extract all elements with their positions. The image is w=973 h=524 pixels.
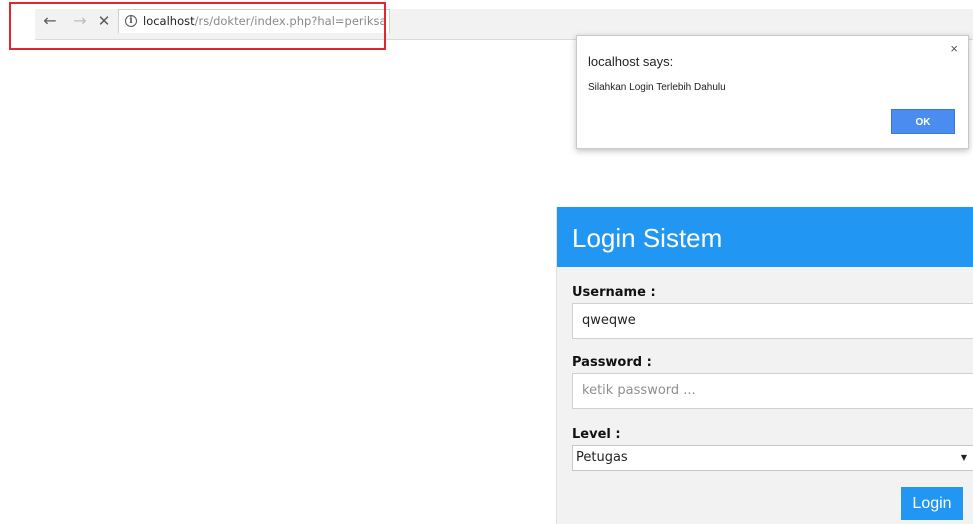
caret-down-icon: ▼: [960, 453, 967, 462]
arrow-left-icon[interactable]: ←: [40, 11, 60, 31]
login-title: Login Sistem: [572, 223, 723, 253]
arrow-right-icon[interactable]: →: [70, 11, 90, 31]
url-text[interactable]: localhost/rs/dokter/index.php?hal=periks…: [143, 13, 387, 29]
username-input[interactable]: qweqwe: [572, 303, 973, 339]
url-path: /rs/dokter/index.php?hal=periksa: [194, 14, 387, 28]
level-label: Level :: [572, 427, 621, 442]
ok-button[interactable]: OK: [891, 109, 955, 134]
username-label: Username :: [572, 285, 656, 300]
alert-title: localhost says:: [588, 54, 674, 69]
alert-dialog: localhost says: × Silahkan Login Terlebi…: [576, 35, 969, 149]
password-label: Password :: [572, 355, 652, 370]
page: ← → ✕ i localhost/rs/dokter/index.php?ha…: [0, 0, 973, 524]
alert-message: Silahkan Login Terlebih Dahulu: [588, 82, 726, 93]
password-input[interactable]: ketik password ...: [572, 373, 973, 409]
url-host: localhost: [143, 14, 195, 28]
login-header: Login Sistem: [557, 207, 973, 267]
address-bar[interactable]: i localhost/rs/dokter/index.php?hal=peri…: [118, 9, 390, 33]
info-icon[interactable]: i: [125, 15, 137, 27]
close-icon[interactable]: ✕: [94, 11, 114, 31]
level-selected-value: Petugas: [576, 450, 628, 465]
close-icon[interactable]: ×: [950, 42, 958, 56]
level-select[interactable]: Petugas ▼: [572, 445, 973, 471]
login-panel: Login Sistem Username : qweqwe Password …: [556, 207, 973, 524]
login-button[interactable]: Login: [901, 487, 963, 520]
